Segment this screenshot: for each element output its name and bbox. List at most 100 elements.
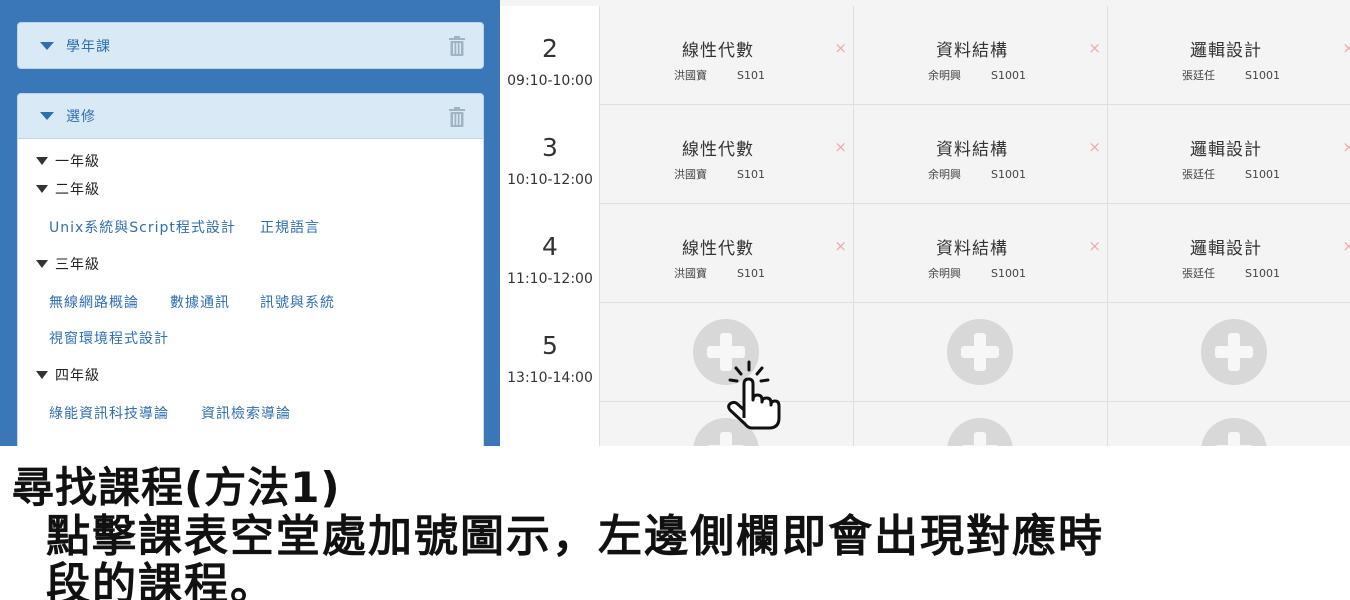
grade-toggle-1[interactable]: 一年級 <box>36 151 100 171</box>
trash-icon[interactable] <box>449 107 465 127</box>
teacher-name: 張廷任 <box>1182 168 1215 181</box>
course-cell[interactable]: 線性代數 洪國寶 S101 × <box>600 105 854 204</box>
teacher-name: 余明興 <box>928 267 961 280</box>
caret-down-icon <box>36 371 48 379</box>
caret-down-icon <box>40 41 54 50</box>
course-cell[interactable]: 資料結構 余明興 S1001 × <box>854 204 1108 303</box>
panel-title: 學年課 <box>66 38 111 55</box>
course-meta: 張廷任 S1001 <box>1182 67 1280 83</box>
course-meta: 余明興 S1001 <box>928 166 1026 182</box>
teacher-name: 張廷任 <box>1182 267 1215 280</box>
course-link[interactable]: 數據通訊 <box>170 292 230 312</box>
course-cell[interactable]: 資料結構 余明興 S1001 × <box>854 105 1108 204</box>
trash-icon[interactable] <box>449 36 465 56</box>
grade-label: 一年級 <box>55 154 100 170</box>
remove-course-icon[interactable]: × <box>1342 39 1350 57</box>
plus-circle-icon[interactable] <box>1201 319 1267 385</box>
course-meta: 洪國寶 S101 <box>674 265 765 281</box>
course-cell[interactable]: 資料結構 余明興 S1001 × <box>854 6 1108 105</box>
caret-down-icon <box>36 185 48 193</box>
grade-toggle-4[interactable]: 四年級 <box>36 365 100 385</box>
timetable-row: 4 11:10-12:00 線性代數 洪國寶 S101 × 資料結構 余明興 S10… <box>500 204 1350 303</box>
period-cell: 3 10:10-12:00 <box>500 105 600 204</box>
course-name: 邏輯設計 <box>1190 41 1262 61</box>
course-link[interactable]: 正規語言 <box>260 217 320 237</box>
room: S101 <box>737 267 765 280</box>
empty-slot-cell <box>854 303 1108 402</box>
course-name: 邏輯設計 <box>1190 239 1262 259</box>
course-cell[interactable]: 邏輯設計 張廷任 S1001 × <box>1108 105 1350 204</box>
teacher-name: 張廷任 <box>1182 69 1215 82</box>
course-name: 邏輯設計 <box>1190 140 1262 160</box>
panel-header-year-course[interactable]: 學年課 <box>17 22 484 69</box>
course-name: 資料結構 <box>936 140 1008 160</box>
plus-circle-icon[interactable] <box>947 319 1013 385</box>
remove-course-icon[interactable]: × <box>1342 138 1350 156</box>
tutorial-caption: 尋找課程(方法1) 點擊課表空堂處加號圖示，左邊側欄即會出現對應時 段的課程。 <box>0 446 1350 600</box>
course-name: 線性代數 <box>682 239 754 259</box>
caret-down-icon <box>36 260 48 268</box>
course-cell[interactable]: 邏輯設計 張廷任 S1001 × <box>1108 204 1350 303</box>
elective-course-list: 一年級 二年級 Unix系統與Script程式設計 正規語言 三年級 無線網路概… <box>17 139 484 459</box>
teacher-name: 余明興 <box>928 69 961 82</box>
period-number: 2 <box>542 34 558 63</box>
course-meta: 張廷任 S1001 <box>1182 166 1280 182</box>
period-cell: 5 13:10-14:00 <box>500 303 600 402</box>
period-cell: 2 09:10-10:00 <box>500 6 600 105</box>
remove-course-icon[interactable]: × <box>1088 237 1101 255</box>
teacher-name: 洪國寶 <box>674 168 707 181</box>
remove-course-icon[interactable]: × <box>834 138 847 156</box>
remove-course-icon[interactable]: × <box>834 237 847 255</box>
course-name: 資料結構 <box>936 239 1008 259</box>
course-link[interactable]: 訊號與系統 <box>260 292 335 312</box>
remove-course-icon[interactable]: × <box>834 39 847 57</box>
teacher-name: 洪國寶 <box>674 69 707 82</box>
empty-slot-cell <box>1108 303 1350 402</box>
course-link[interactable]: 視窗環境程式設計 <box>49 328 169 348</box>
course-meta: 余明興 S1001 <box>928 67 1026 83</box>
period-number: 3 <box>542 133 558 162</box>
grade-toggle-2[interactable]: 二年級 <box>36 179 100 199</box>
teacher-name: 余明興 <box>928 168 961 181</box>
remove-course-icon[interactable]: × <box>1342 237 1350 255</box>
period-time: 09:10-10:00 <box>507 73 593 89</box>
grade-label: 三年級 <box>55 257 100 273</box>
panel-title: 選修 <box>66 109 96 125</box>
period-number: 5 <box>542 331 558 360</box>
course-name: 資料結構 <box>936 41 1008 61</box>
grade-label: 四年級 <box>55 368 100 384</box>
teacher-name: 洪國寶 <box>674 267 707 280</box>
pointer-hand-icon <box>727 360 781 430</box>
room: S1001 <box>991 69 1026 82</box>
period-number: 4 <box>542 232 558 261</box>
course-cell[interactable]: 邏輯設計 張廷任 S1001 × <box>1108 6 1350 105</box>
grade-label: 二年級 <box>55 182 100 198</box>
caret-down-icon <box>40 112 54 120</box>
course-link[interactable]: Unix系統與Script程式設計 <box>49 217 236 237</box>
timetable-row: 3 10:10-12:00 線性代數 洪國寶 S101 × 資料結構 余明興 S10… <box>500 105 1350 204</box>
room: S1001 <box>1245 168 1280 181</box>
course-link[interactable]: 綠能資訊科技導論 <box>49 403 169 423</box>
room: S1001 <box>991 168 1026 181</box>
course-name: 線性代數 <box>682 140 754 160</box>
course-meta: 張廷任 S1001 <box>1182 265 1280 281</box>
caret-down-icon <box>36 157 48 165</box>
room: S1001 <box>991 267 1026 280</box>
course-cell[interactable]: 線性代數 洪國寶 S101 × <box>600 204 854 303</box>
panel-header-elective[interactable]: 選修 <box>17 93 484 139</box>
remove-course-icon[interactable]: × <box>1088 138 1101 156</box>
course-link[interactable]: 無線網路概論 <box>49 292 139 312</box>
course-link[interactable]: 資訊檢索導論 <box>201 403 291 423</box>
room: S1001 <box>1245 267 1280 280</box>
course-meta: 洪國寶 S101 <box>674 67 765 83</box>
period-time: 10:10-12:00 <box>507 172 593 188</box>
remove-course-icon[interactable]: × <box>1088 39 1101 57</box>
period-time: 13:10-14:00 <box>507 370 593 386</box>
course-name: 線性代數 <box>682 41 754 61</box>
course-cell[interactable]: 線性代數 洪國寶 S101 × <box>600 6 854 105</box>
period-time: 11:10-12:00 <box>507 271 593 287</box>
room: S1001 <box>1245 69 1280 82</box>
caption-text-line: 段的課程。 <box>46 559 276 600</box>
grade-toggle-3[interactable]: 三年級 <box>36 254 100 274</box>
timetable-row: 5 13:10-14:00 <box>500 303 1350 402</box>
